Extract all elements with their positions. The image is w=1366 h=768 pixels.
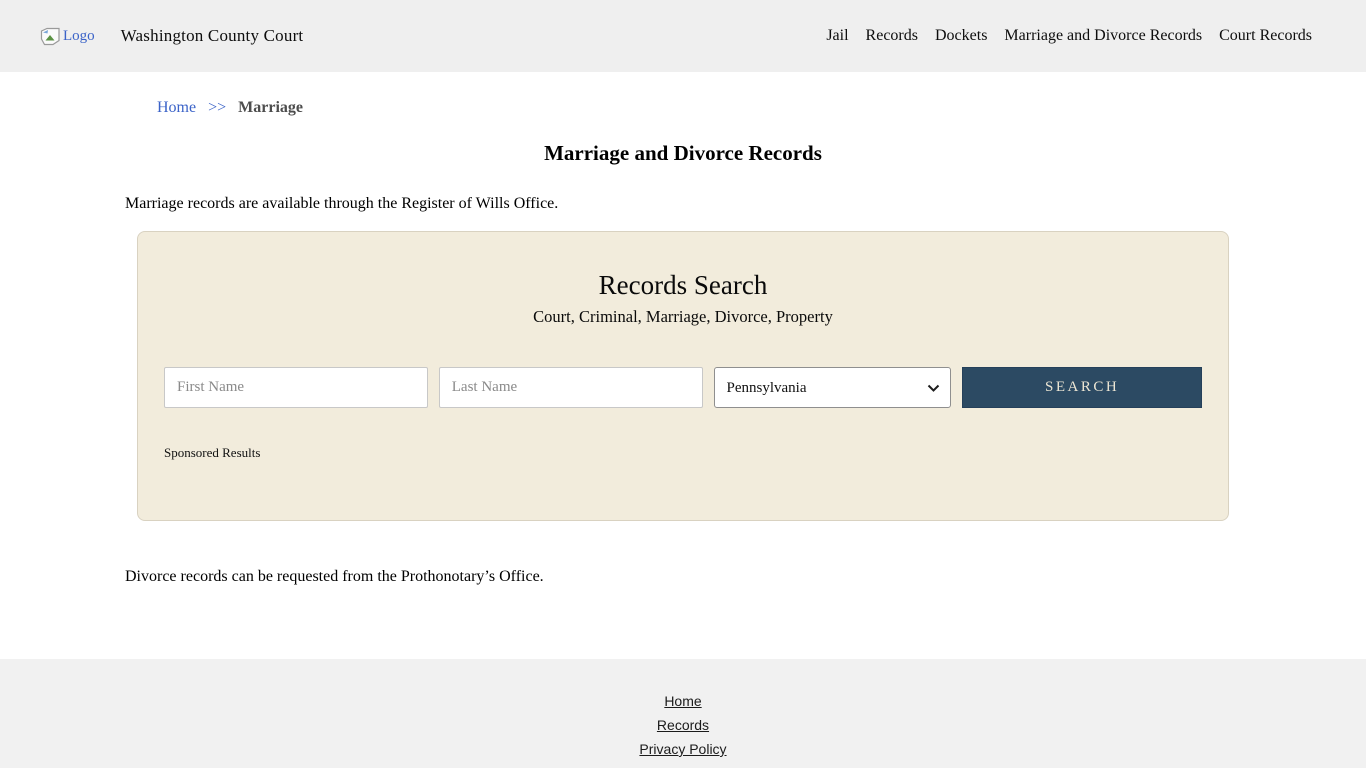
records-search-title: Records Search: [138, 270, 1228, 301]
nav-item-dockets[interactable]: Dockets: [935, 27, 987, 45]
main-nav: Jail Records Dockets Marriage and Divorc…: [826, 27, 1312, 45]
state-select-wrap: Pennsylvania: [714, 367, 952, 408]
footer-link-home[interactable]: Home: [664, 689, 701, 713]
broken-image-icon: [40, 27, 63, 46]
site-footer: Home Records Privacy Policy: [0, 659, 1366, 768]
breadcrumb-separator: >>: [208, 99, 226, 116]
sponsored-results-label: Sponsored Results: [164, 445, 1228, 461]
divorce-records-text: Divorce records can be requested from th…: [125, 568, 1366, 586]
logo-link[interactable]: Logo: [40, 27, 95, 46]
search-button[interactable]: SEARCH: [962, 367, 1202, 408]
page-title: Marriage and Divorce Records: [0, 141, 1366, 166]
site-title: Washington County Court: [121, 26, 304, 46]
logo-alt-text: Logo: [63, 28, 95, 45]
footer-link-privacy-policy[interactable]: Privacy Policy: [639, 737, 726, 761]
site-header: Logo Washington County Court Jail Record…: [0, 0, 1366, 72]
first-name-input[interactable]: [164, 367, 428, 408]
records-search-panel: Records Search Court, Criminal, Marriage…: [137, 231, 1229, 521]
nav-item-court-records[interactable]: Court Records: [1219, 27, 1312, 45]
breadcrumb-current: Marriage: [238, 99, 303, 116]
records-search-subtitle: Court, Criminal, Marriage, Divorce, Prop…: [138, 307, 1228, 327]
marriage-records-text: Marriage records are available through t…: [125, 195, 1366, 213]
state-select[interactable]: Pennsylvania: [714, 367, 952, 408]
nav-item-jail[interactable]: Jail: [826, 27, 848, 45]
nav-item-marriage-divorce-records[interactable]: Marriage and Divorce Records: [1004, 27, 1202, 45]
breadcrumb: Home >> Marriage: [157, 99, 1366, 117]
nav-item-records[interactable]: Records: [866, 27, 918, 45]
search-form-row: Pennsylvania SEARCH: [164, 367, 1202, 408]
main-content: Home >> Marriage Marriage and Divorce Re…: [0, 72, 1366, 659]
brand-area: Logo Washington County Court: [40, 26, 303, 46]
footer-link-records[interactable]: Records: [657, 713, 709, 737]
last-name-input[interactable]: [439, 367, 703, 408]
breadcrumb-home-link[interactable]: Home: [157, 99, 196, 116]
